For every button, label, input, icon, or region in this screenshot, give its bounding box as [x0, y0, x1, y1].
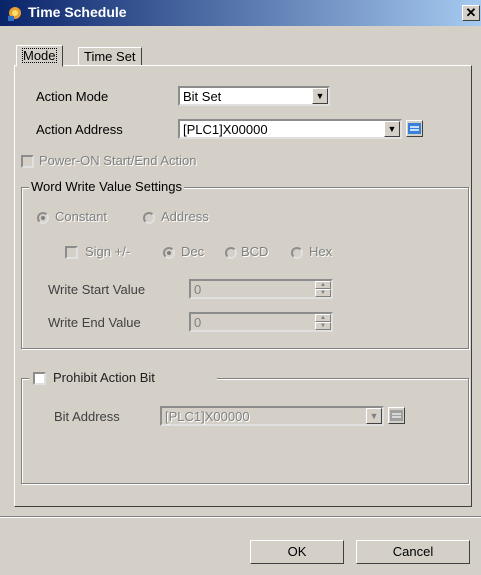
hex-radio[interactable] [291, 247, 303, 259]
write-start-value: 0 [194, 282, 202, 297]
tab-mode-label: Mode [22, 48, 57, 63]
action-address-select[interactable]: [PLC1]X00000 ▼ [178, 119, 402, 139]
dropdown-arrow-icon[interactable]: ▼ [384, 121, 400, 137]
close-button[interactable]: ✕ [462, 5, 480, 21]
mode-panel: Action Mode Bit Set ▼ Action Address [PL… [14, 65, 472, 507]
prohibit-group [21, 378, 469, 484]
tab-time-set[interactable]: Time Set [78, 47, 142, 67]
address-picker-icon [390, 410, 403, 421]
address-radio[interactable] [143, 212, 155, 224]
cancel-button[interactable]: Cancel [356, 540, 470, 564]
prohibit-label: Prohibit Action Bit [53, 370, 155, 385]
dialog-window: Time Schedule ✕ Mode Time Set Action Mod… [0, 0, 481, 575]
write-end-value: 0 [194, 315, 202, 330]
address-label: Address [161, 209, 209, 224]
action-mode-label: Action Mode [36, 89, 109, 104]
write-start-label: Write Start Value [48, 282, 146, 297]
action-address-value: [PLC1]X00000 [183, 122, 268, 137]
window-title: Time Schedule [28, 4, 127, 20]
spin-down-icon[interactable]: ▼ [315, 289, 331, 297]
address-picker-button[interactable] [406, 120, 423, 137]
tab-mode[interactable]: Mode [16, 45, 63, 67]
dropdown-arrow-icon[interactable]: ▼ [366, 408, 382, 424]
power-on-label: Power-ON Start/End Action [39, 153, 197, 168]
footer-divider [0, 516, 481, 518]
word-write-title: Word Write Value Settings [29, 179, 185, 194]
dropdown-arrow-icon[interactable]: ▼ [312, 88, 328, 104]
spin-down-icon[interactable]: ▼ [315, 322, 331, 330]
bcd-radio[interactable] [225, 247, 237, 259]
power-on-checkbox[interactable] [21, 155, 34, 168]
ok-button[interactable]: OK [250, 540, 344, 564]
bit-address-picker-button[interactable] [388, 407, 405, 424]
spin-up-icon[interactable]: ▲ [315, 281, 331, 289]
action-mode-value: Bit Set [183, 89, 222, 104]
dec-radio[interactable] [163, 247, 175, 259]
hex-label: Hex [309, 244, 333, 259]
bit-address-label: Bit Address [54, 409, 120, 424]
write-end-spinner[interactable]: 0 ▲ ▼ [189, 312, 333, 332]
tab-time-set-label: Time Set [84, 49, 136, 64]
sign-label: Sign +/- [85, 244, 131, 259]
dec-label: Dec [181, 244, 205, 259]
address-picker-icon [408, 123, 421, 134]
bit-address-value: [PLC1]X00000 [165, 409, 250, 424]
write-end-label: Write End Value [48, 315, 141, 330]
prohibit-checkbox[interactable] [33, 372, 46, 385]
constant-label: Constant [55, 209, 108, 224]
action-mode-select[interactable]: Bit Set ▼ [178, 86, 330, 106]
write-start-spinner[interactable]: 0 ▲ ▼ [189, 279, 333, 299]
bit-address-select[interactable]: [PLC1]X00000 ▼ [160, 406, 384, 426]
sign-checkbox[interactable] [65, 246, 78, 259]
bcd-label: BCD [241, 244, 269, 259]
app-icon [8, 7, 21, 21]
action-address-label: Action Address [36, 122, 123, 137]
title-bar: Time Schedule ✕ [0, 0, 481, 26]
close-icon: ✕ [465, 5, 477, 20]
constant-radio[interactable] [37, 212, 49, 224]
spin-up-icon[interactable]: ▲ [315, 314, 331, 322]
